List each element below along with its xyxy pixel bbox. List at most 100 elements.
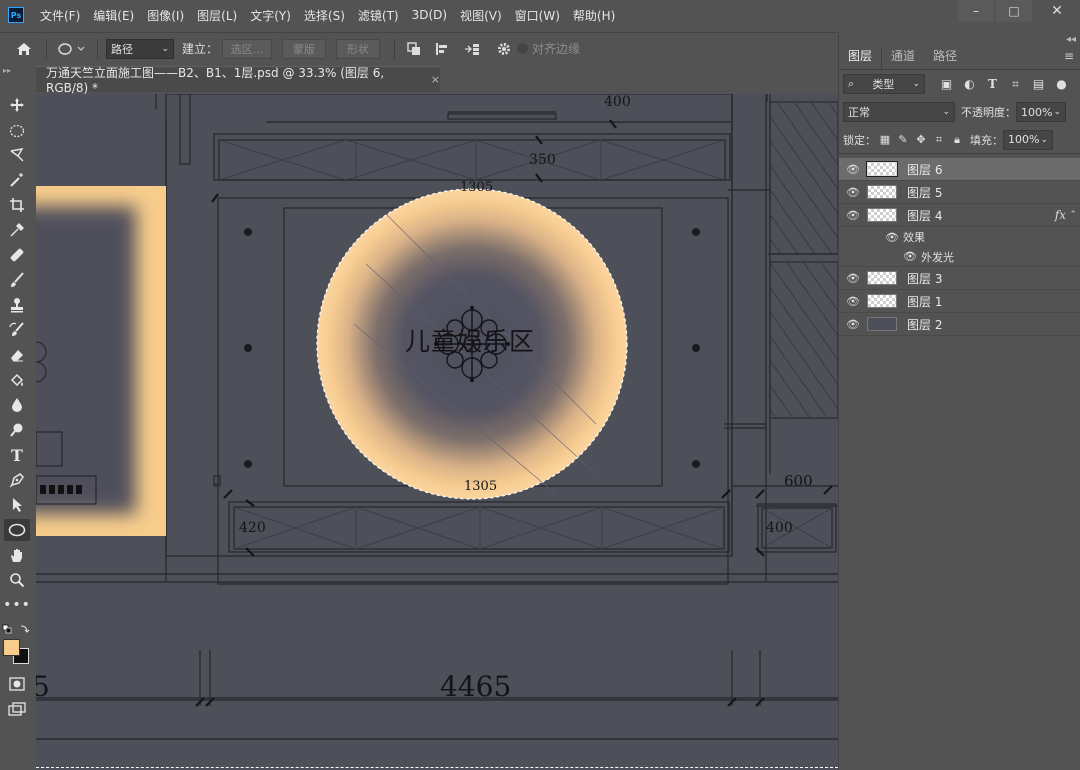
lock-position-icon[interactable]: ✥ — [912, 133, 930, 146]
layer-row[interactable]: 👁︎ 图层 4 fx ⌃ — [839, 204, 1080, 227]
make-selection-button[interactable]: 选区... — [222, 38, 273, 59]
lock-row: 锁定： ▦ ✎ ✥ ⌗ 🔒︎ 填充： 100% ⌄ — [839, 126, 1080, 154]
minimize-button[interactable]: – — [958, 0, 994, 22]
path-alignment-icon[interactable] — [429, 42, 455, 56]
lasso-tool-icon[interactable] — [4, 144, 30, 166]
layer-thumbnail — [867, 294, 897, 308]
history-brush-tool-icon[interactable] — [4, 319, 30, 341]
collapse-panels-icon[interactable]: ◂◂ — [1066, 34, 1076, 45]
brush-tool-icon[interactable] — [4, 269, 30, 291]
clone-stamp-tool-icon[interactable] — [4, 294, 30, 316]
type-tool-icon[interactable]: T — [4, 444, 30, 466]
menu-image[interactable]: 图像(I) — [147, 7, 184, 24]
ellipse-tool-icon[interactable] — [4, 519, 30, 541]
effects-row[interactable]: 👁︎ 效果 — [839, 227, 1080, 247]
menu-3d[interactable]: 3D(D) — [412, 8, 447, 22]
canvas[interactable]: 儿童娱乐区 400 350 1305 1305 600 420 400 4465… — [36, 94, 838, 770]
tools-expand-icon[interactable]: ▸▸ — [3, 66, 11, 75]
marquee-tool-icon[interactable] — [4, 120, 30, 142]
more-tools-icon[interactable]: ••• — [3, 594, 30, 616]
document-tab[interactable]: 万通天竺立面施工图——B2、B1、1层.psd @ 33.3% (图层 6, R… — [36, 66, 440, 95]
make-shape-button[interactable]: 形状 — [336, 38, 381, 59]
align-edges-checkbox[interactable] — [517, 43, 529, 54]
pen-tool-icon[interactable] — [4, 469, 30, 491]
close-document-icon[interactable]: × — [431, 73, 440, 86]
path-operations-icon[interactable] — [403, 41, 425, 56]
crop-tool-icon[interactable] — [4, 194, 30, 216]
lock-artboard-icon[interactable]: ⌗ — [930, 133, 948, 147]
menu-type[interactable]: 文字(Y) — [250, 7, 291, 24]
dimension-label: 1305 — [460, 180, 494, 195]
eye-icon[interactable]: 👁︎ — [839, 318, 867, 331]
move-tool-icon[interactable] — [4, 94, 30, 116]
eye-icon[interactable]: 👁︎ — [903, 250, 917, 263]
smart-object-filter-icon[interactable]: ▤ — [1027, 77, 1050, 92]
tab-channels[interactable]: 通道 — [882, 47, 924, 69]
close-window-button[interactable]: ✕ — [1034, 0, 1080, 22]
dodge-tool-icon[interactable] — [4, 419, 30, 441]
layer-row[interactable]: 👁︎ 图层 5 — [839, 181, 1080, 204]
opacity-input[interactable]: 100% ⌄ — [1016, 102, 1066, 122]
tab-layers[interactable]: 图层 — [839, 47, 883, 69]
eraser-tool-icon[interactable] — [4, 344, 30, 366]
menu-select[interactable]: 选择(S) — [304, 7, 345, 24]
lock-image-icon[interactable]: ✎ — [894, 133, 912, 146]
make-mask-button[interactable]: 蒙版 — [282, 38, 327, 59]
blend-mode-select[interactable]: 正常 ⌄ — [843, 102, 955, 122]
paint-bucket-tool-icon[interactable] — [4, 369, 30, 391]
blur-tool-icon[interactable] — [4, 394, 30, 416]
eye-icon[interactable]: 👁︎ — [839, 295, 867, 308]
eye-icon[interactable]: 👁︎ — [839, 186, 867, 199]
document-title: 万通天竺立面施工图——B2、B1、1层.psd @ 33.3% (图层 6, R… — [46, 66, 385, 95]
screen-mode-icon[interactable] — [4, 698, 30, 720]
menu-file[interactable]: 文件(F) — [40, 7, 80, 24]
layer-row[interactable]: 👁︎ 图层 2 — [839, 313, 1080, 336]
mode-select[interactable]: 路径 ⌄ — [106, 38, 174, 59]
menu-window[interactable]: 窗口(W) — [515, 7, 560, 24]
path-selection-tool-icon[interactable] — [4, 494, 30, 516]
lock-transparent-icon[interactable]: ▦ — [876, 133, 894, 146]
home-icon[interactable] — [10, 42, 38, 56]
hand-tool-icon[interactable] — [4, 544, 30, 566]
menu-help[interactable]: 帮助(H) — [573, 7, 615, 24]
layer-row[interactable]: 👁︎ 图层 3 — [839, 267, 1080, 290]
layer-row[interactable]: 👁︎ 图层 1 — [839, 290, 1080, 313]
path-arrangement-icon[interactable] — [459, 42, 485, 56]
zoom-tool-icon[interactable] — [4, 569, 30, 591]
outer-glow-row[interactable]: 👁︎ 外发光 — [839, 247, 1080, 267]
filter-toggle-icon[interactable]: ● — [1050, 77, 1073, 92]
menu-edit[interactable]: 编辑(E) — [93, 7, 134, 24]
filter-type-select[interactable]: ⌕ 类型 ⌄ — [843, 74, 925, 94]
adjustment-filter-icon[interactable]: ◐ — [958, 77, 981, 92]
restore-button[interactable]: □ — [996, 0, 1032, 22]
layer-name: 图层 1 — [907, 294, 943, 309]
foreground-color-swatch[interactable] — [3, 639, 20, 656]
shape-filter-icon[interactable]: ⌗ — [1004, 77, 1027, 92]
lock-all-icon[interactable]: 🔒︎ — [948, 133, 966, 147]
eye-icon[interactable]: 👁︎ — [839, 163, 867, 176]
fx-icon[interactable]: fx — [1055, 208, 1066, 222]
eye-icon[interactable]: 👁︎ — [885, 231, 899, 244]
ellipse-tool-preset-icon[interactable] — [55, 42, 89, 56]
type-filter-icon[interactable]: T — [981, 77, 1004, 92]
fill-input[interactable]: 100% ⌄ — [1003, 129, 1053, 150]
quick-mask-icon[interactable] — [4, 673, 30, 695]
eye-icon[interactable]: 👁︎ — [839, 272, 867, 285]
swap-colors-icon[interactable] — [2, 623, 34, 635]
collapse-effects-icon[interactable]: ⌃ — [1069, 210, 1077, 220]
panel-menu-icon[interactable]: ≡ — [1064, 49, 1074, 63]
menu-view[interactable]: 视图(V) — [460, 7, 502, 24]
menu-layer[interactable]: 图层(L) — [197, 7, 237, 24]
layer-thumbnail — [867, 271, 897, 285]
layer-row[interactable]: 👁︎ 图层 6 — [839, 158, 1080, 181]
gear-icon[interactable] — [491, 42, 517, 56]
eye-icon[interactable]: 👁︎ — [839, 209, 867, 222]
healing-brush-tool-icon[interactable] — [4, 244, 30, 266]
chevron-down-icon: ⌄ — [912, 79, 920, 89]
tab-paths[interactable]: 路径 — [924, 47, 966, 69]
dimension-label: 350 — [529, 152, 556, 168]
magic-wand-tool-icon[interactable] — [4, 169, 30, 191]
pixel-filter-icon[interactable]: ▣ — [935, 77, 958, 92]
menu-filter[interactable]: 滤镜(T) — [358, 7, 399, 24]
eyedropper-tool-icon[interactable] — [4, 219, 30, 241]
